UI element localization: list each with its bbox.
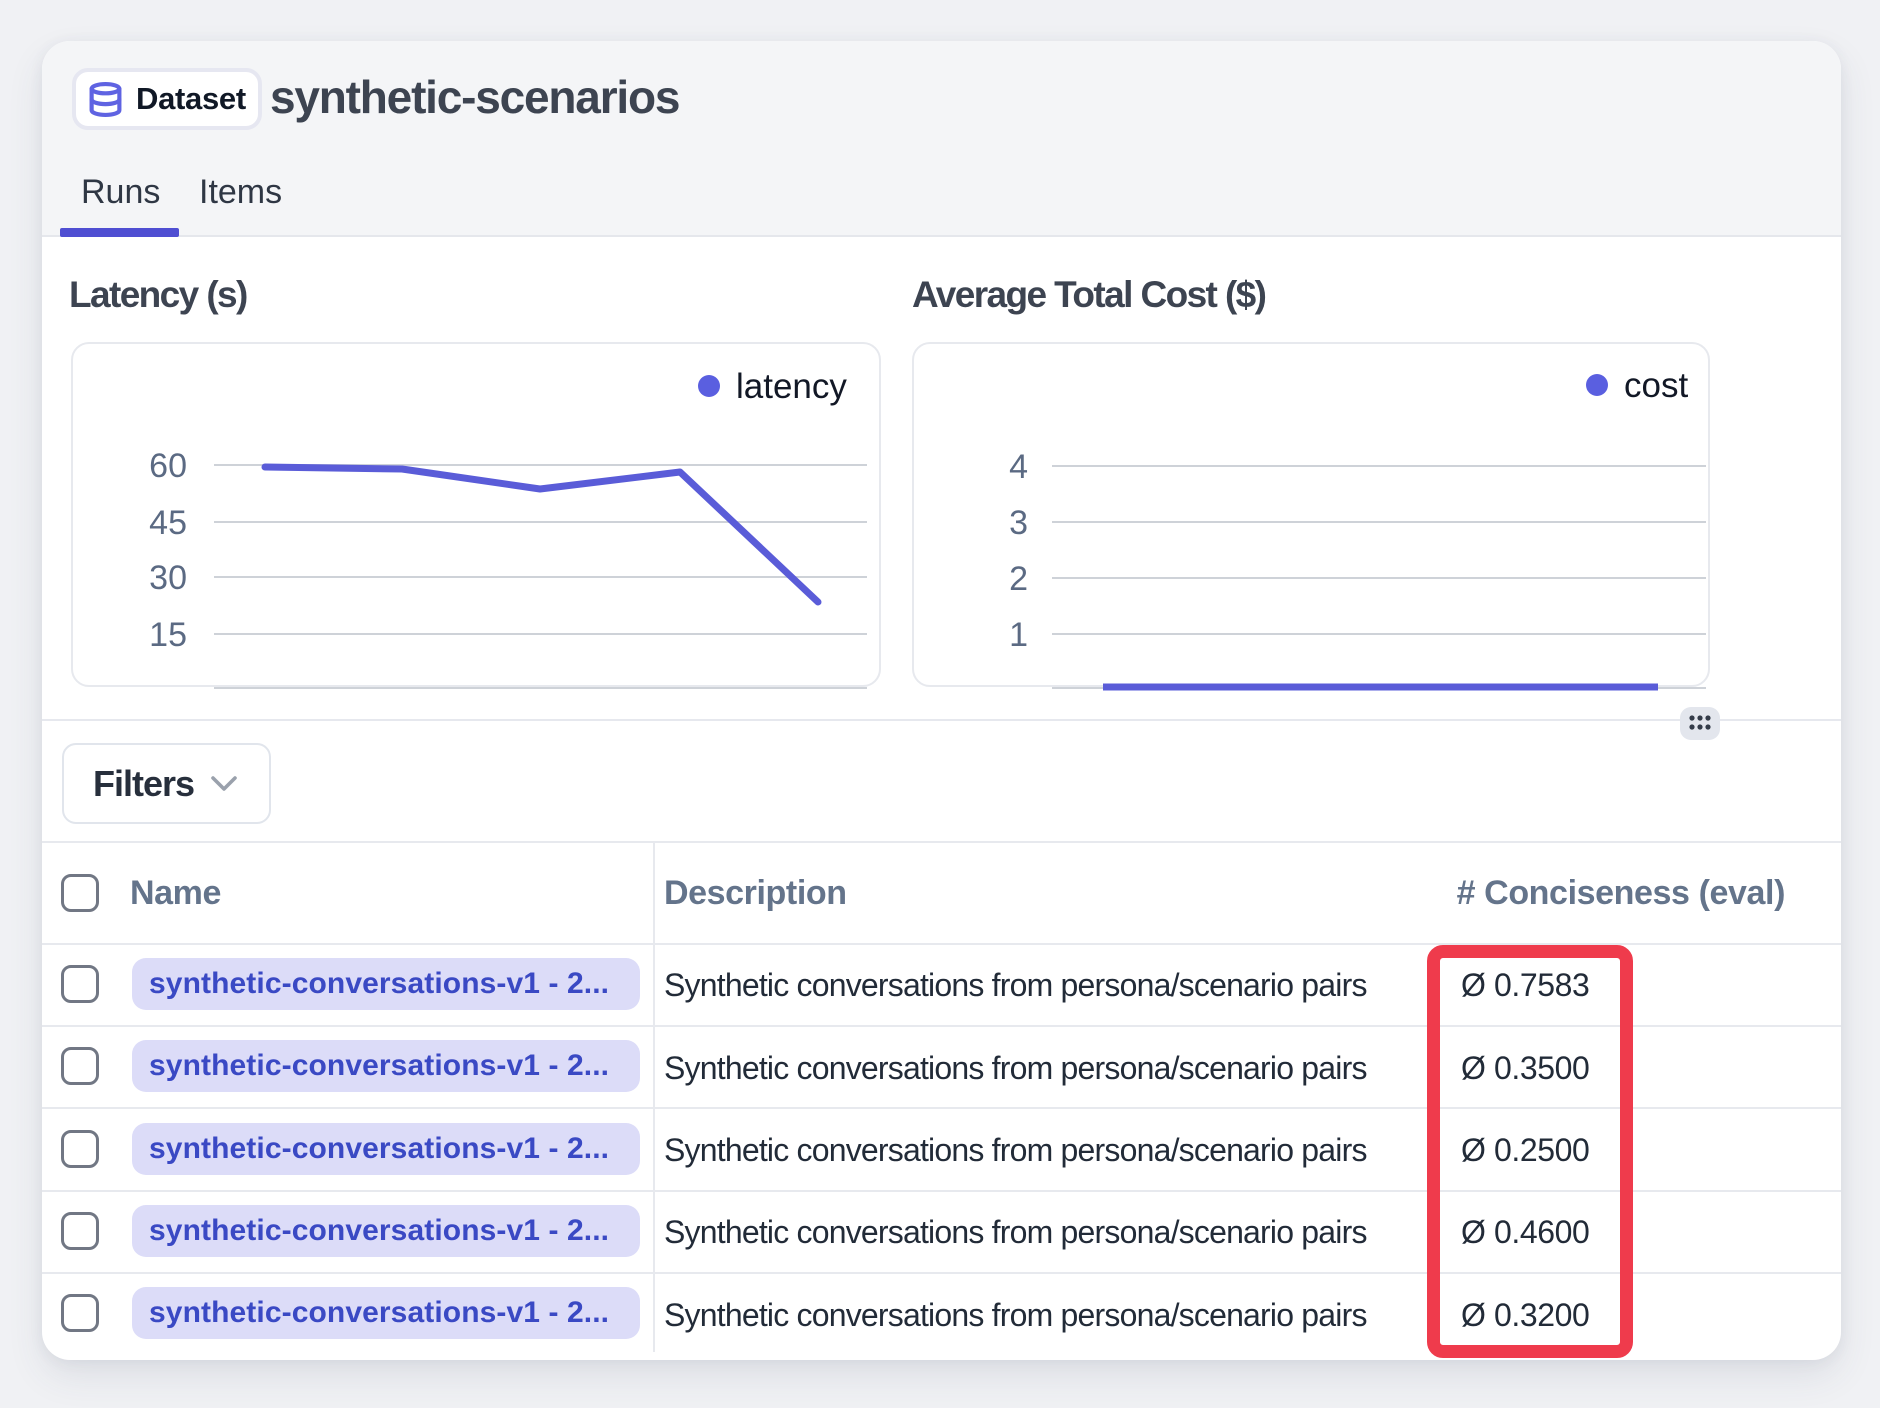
svg-text:60: 60 <box>149 447 187 485</box>
svg-text:2: 2 <box>1009 560 1028 598</box>
svg-text:1: 1 <box>1009 616 1028 654</box>
svg-text:30: 30 <box>149 559 187 597</box>
svg-text:3: 3 <box>1009 504 1028 542</box>
svg-text:4: 4 <box>1009 448 1028 486</box>
svg-text:15: 15 <box>149 616 187 654</box>
svg-text:cost: cost <box>1624 366 1688 405</box>
svg-text:latency: latency <box>736 367 847 406</box>
svg-text:45: 45 <box>149 504 187 542</box>
